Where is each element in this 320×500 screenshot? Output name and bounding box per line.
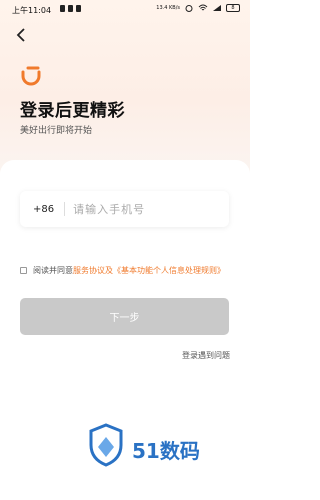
status-bar: 上午11:04 13.4 KB/s 8 xyxy=(0,0,250,20)
signal-icon xyxy=(213,5,221,11)
logo-icon xyxy=(21,66,41,86)
battery-icon: 8 xyxy=(226,4,240,12)
notification-icons xyxy=(60,5,81,12)
divider xyxy=(64,202,66,216)
notification-icon xyxy=(60,5,65,12)
notification-icon xyxy=(76,5,81,12)
agreement-text: 阅读并同意服务协议及《基本功能个人信息处理规则》 xyxy=(20,265,230,276)
back-button[interactable] xyxy=(16,28,32,46)
phone-input[interactable] xyxy=(73,202,214,216)
network-rate: 13.4 KB/s xyxy=(156,4,180,11)
chevron-left-icon xyxy=(16,28,25,42)
notification-icon xyxy=(68,5,73,12)
service-agreement-link[interactable]: 服务协议 xyxy=(73,266,105,275)
wifi-icon xyxy=(198,4,208,11)
watermark: 51数码 xyxy=(88,423,208,483)
agreement-and: 及 xyxy=(105,266,113,275)
privacy-policy-link[interactable]: 《基本功能个人信息处理规则》 xyxy=(113,266,225,275)
alarm-icon xyxy=(185,5,193,12)
agreement-checkbox[interactable] xyxy=(20,267,27,274)
agreement-prefix: 阅读并同意 xyxy=(33,266,73,275)
phone-field[interactable]: +86 xyxy=(20,191,229,227)
page-subtitle: 美好出行即将开始 xyxy=(20,126,93,136)
watermark-text: 51数码 xyxy=(132,439,200,463)
login-problem-link[interactable]: 登录遇到问题 xyxy=(182,350,230,361)
login-screen: 上午11:04 13.4 KB/s 8 登录后更精彩 美好出行即将开始 +86 … xyxy=(0,0,250,500)
next-button[interactable]: 下一步 xyxy=(20,298,229,335)
agreement-row: 阅读并同意服务协议及《基本功能个人信息处理规则》 xyxy=(20,265,230,276)
page-title: 登录后更精彩 xyxy=(20,101,125,121)
status-right: 13.4 KB/s 8 xyxy=(156,4,240,12)
country-code-selector[interactable]: +86 xyxy=(33,204,54,215)
didi-logo xyxy=(21,66,41,86)
status-time: 上午11:04 xyxy=(12,6,52,15)
shield-icon xyxy=(89,423,123,467)
